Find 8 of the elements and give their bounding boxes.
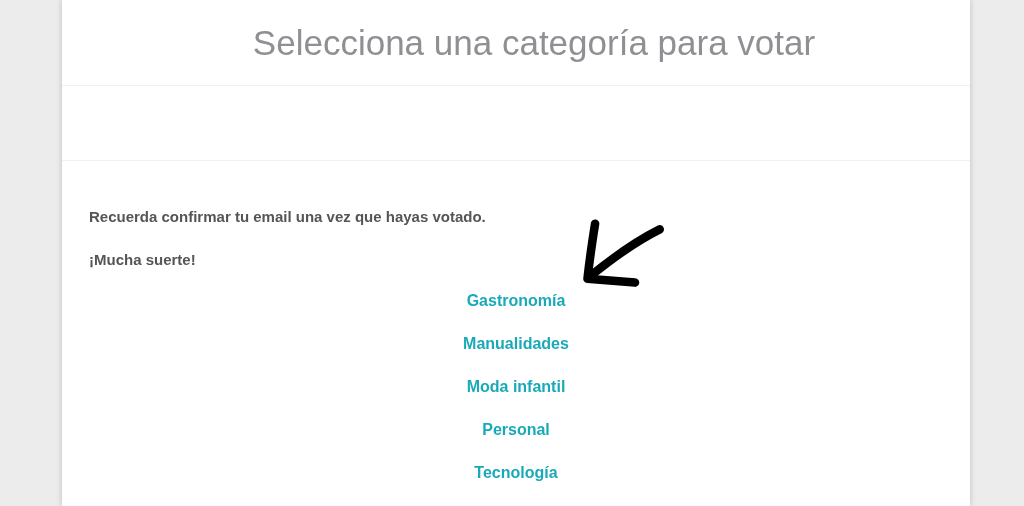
message-text: ¡Mucha suerte! — [89, 250, 197, 269]
category-link[interactable]: Moda infantil — [466, 377, 566, 396]
category-link[interactable]: Manualidades — [463, 334, 569, 353]
page-title: Selecciona una categoría para votar — [252, 22, 816, 63]
category-link[interactable]: Personal — [482, 420, 550, 439]
category-link[interactable]: Tecnología — [474, 463, 558, 482]
category-link[interactable]: Gastronomía — [466, 291, 566, 310]
message-text: Recuerda confirmar tu email una vez que hayas votado. — [89, 207, 487, 226]
